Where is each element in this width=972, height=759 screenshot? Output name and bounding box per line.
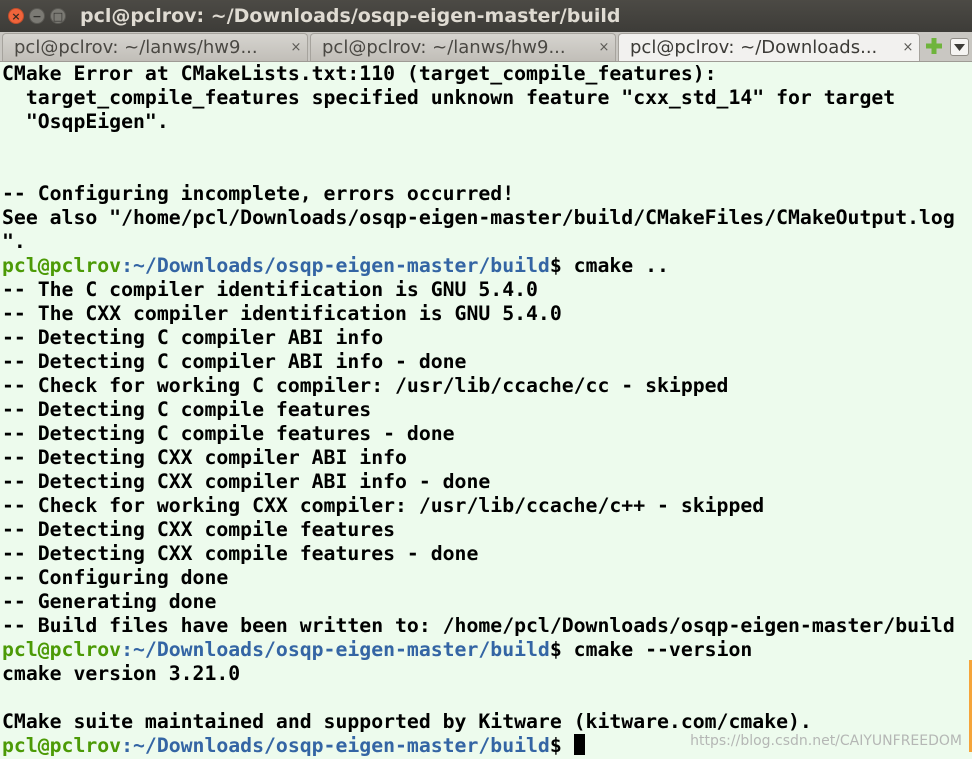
window-controls: × − □: [8, 8, 66, 24]
minimize-icon[interactable]: −: [29, 8, 45, 24]
tab-close-icon[interactable]: ×: [593, 40, 615, 55]
terminal-line: -- Configuring incomplete, errors occurr…: [2, 182, 515, 205]
prompt-line: pcl@pclrov:~/Downloads/osqp-eigen-master…: [2, 254, 972, 278]
chevron-down-icon[interactable]: [950, 38, 969, 56]
terminal-line: cmake version 3.21.0: [2, 662, 241, 685]
prompt-line: pcl@pclrov:~/Downloads/osqp-eigen-master…: [2, 638, 972, 662]
prompt-user: pcl@pclrov: [2, 254, 122, 277]
window-titlebar[interactable]: × − □ pcl@pclrov: ~/Downloads/osqp-eigen…: [0, 0, 972, 32]
terminal-line: -- Detecting C compile features: [2, 398, 372, 421]
tab-bar: pcl@pclrov: ~/lanws/hw9... × pcl@pclrov:…: [0, 32, 972, 62]
prompt-command: $ cmake ..: [549, 254, 669, 277]
watermark: https://blog.csdn.net/CAIYUNFREEDOM: [690, 733, 962, 749]
terminal-line: -- Detecting C compiler ABI info - done: [2, 350, 467, 373]
prompt-path: :~/Downloads/osqp-eigen-master/build: [121, 638, 550, 661]
tab-2[interactable]: pcl@pclrov: ~/lanws/hw9... ×: [310, 33, 616, 61]
terminal-line: CMake Error at CMakeLists.txt:110 (targe…: [2, 62, 717, 85]
terminal-line: -- The CXX compiler identification is GN…: [2, 302, 562, 325]
prompt-command: $ cmake --version: [549, 638, 753, 661]
tab-close-icon[interactable]: ×: [285, 40, 307, 55]
terminal-output[interactable]: CMake Error at CMakeLists.txt:110 (targe…: [0, 62, 972, 759]
terminal-line: target_compile_features specified unknow…: [2, 86, 896, 109]
tab-3-active[interactable]: pcl@pclrov: ~/Downloads... ×: [618, 33, 920, 61]
terminal-line: ".: [2, 230, 26, 253]
window-title: pcl@pclrov: ~/Downloads/osqp-eigen-maste…: [80, 5, 621, 27]
terminal-line: -- The C compiler identification is GNU …: [2, 278, 538, 301]
tab-1[interactable]: pcl@pclrov: ~/lanws/hw9... ×: [2, 33, 308, 61]
terminal-line: -- Detecting CXX compile features: [2, 518, 396, 541]
terminal-line: -- Generating done: [2, 590, 217, 613]
tab-label: pcl@pclrov: ~/lanws/hw9...: [14, 37, 258, 58]
prompt-user: pcl@pclrov: [2, 734, 122, 757]
terminal-line: -- Detecting CXX compiler ABI info - don…: [2, 470, 491, 493]
terminal-line: -- Check for working CXX compiler: /usr/…: [2, 494, 765, 517]
prompt-path: :~/Downloads/osqp-eigen-master/build: [121, 254, 550, 277]
terminal-line: -- Detecting C compile features - done: [2, 422, 455, 445]
tab-label: pcl@pclrov: ~/lanws/hw9...: [322, 37, 566, 58]
close-icon[interactable]: ×: [8, 8, 24, 24]
terminal-line: -- Configuring done: [2, 566, 229, 589]
tab-label: pcl@pclrov: ~/Downloads...: [630, 37, 878, 58]
plus-icon[interactable]: [924, 36, 944, 56]
terminal-line: -- Detecting CXX compiler ABI info: [2, 446, 407, 469]
terminal-line: See also "/home/pcl/Downloads/osqp-eigen…: [2, 206, 955, 229]
terminal-line: CMake suite maintained and supported by …: [2, 710, 812, 733]
terminal-line: -- Detecting CXX compile features - done: [2, 542, 479, 565]
prompt-path: :~/Downloads/osqp-eigen-master/build: [121, 734, 550, 757]
prompt-command: $: [549, 734, 562, 757]
prompt-user: pcl@pclrov: [2, 638, 122, 661]
tab-close-icon[interactable]: ×: [897, 40, 919, 55]
maximize-icon[interactable]: □: [50, 8, 66, 24]
terminal-cursor: [573, 734, 585, 755]
terminal-line: -- Detecting C compiler ABI info: [2, 326, 384, 349]
terminal-line: -- Check for working C compiler: /usr/li…: [2, 374, 729, 397]
terminal-line: -- Build files have been written to: /ho…: [2, 614, 955, 637]
terminal-line: "OsqpEigen".: [2, 110, 169, 133]
